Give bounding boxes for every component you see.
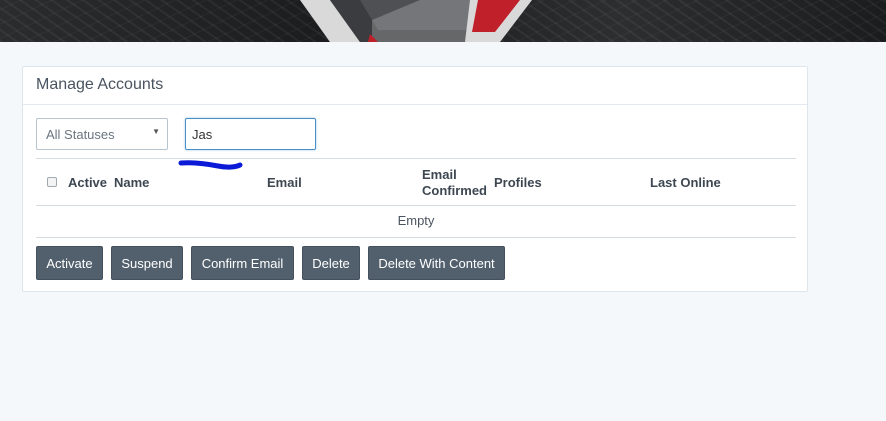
column-active: Active xyxy=(68,175,108,190)
status-filter-value: All Statuses xyxy=(46,127,115,142)
table-header: Active Name Email Email Confirmed Profil… xyxy=(36,159,796,205)
status-filter-select[interactable]: All Statuses ▼ xyxy=(36,118,168,150)
delete-with-content-button[interactable]: Delete With Content xyxy=(368,246,505,280)
select-all-checkbox[interactable] xyxy=(47,177,57,187)
column-name: Name xyxy=(114,175,150,190)
confirm-email-button[interactable]: Confirm Email xyxy=(191,246,294,280)
column-email: Email xyxy=(267,175,302,190)
table-bottom-border xyxy=(36,237,796,238)
panel-header: Manage Accounts xyxy=(23,67,807,105)
search-input[interactable] xyxy=(185,118,316,150)
column-email-confirmed-line2: Confirmed xyxy=(422,183,487,198)
header-banner xyxy=(0,0,886,42)
panel-title: Manage Accounts xyxy=(36,76,164,93)
dropdown-caret-icon: ▼ xyxy=(152,127,160,136)
suspend-button[interactable]: Suspend xyxy=(111,246,183,280)
column-email-confirmed-line1: Email xyxy=(422,167,457,182)
empty-table-message: Empty xyxy=(397,213,435,228)
activate-button[interactable]: Activate xyxy=(36,246,103,280)
manage-accounts-panel: Manage Accounts All Statuses ▼ Active Na… xyxy=(22,66,808,292)
column-last-online: Last Online xyxy=(650,175,721,190)
banner-emblem-graphic xyxy=(300,0,532,42)
column-profiles: Profiles xyxy=(494,175,542,190)
delete-button[interactable]: Delete xyxy=(302,246,360,280)
